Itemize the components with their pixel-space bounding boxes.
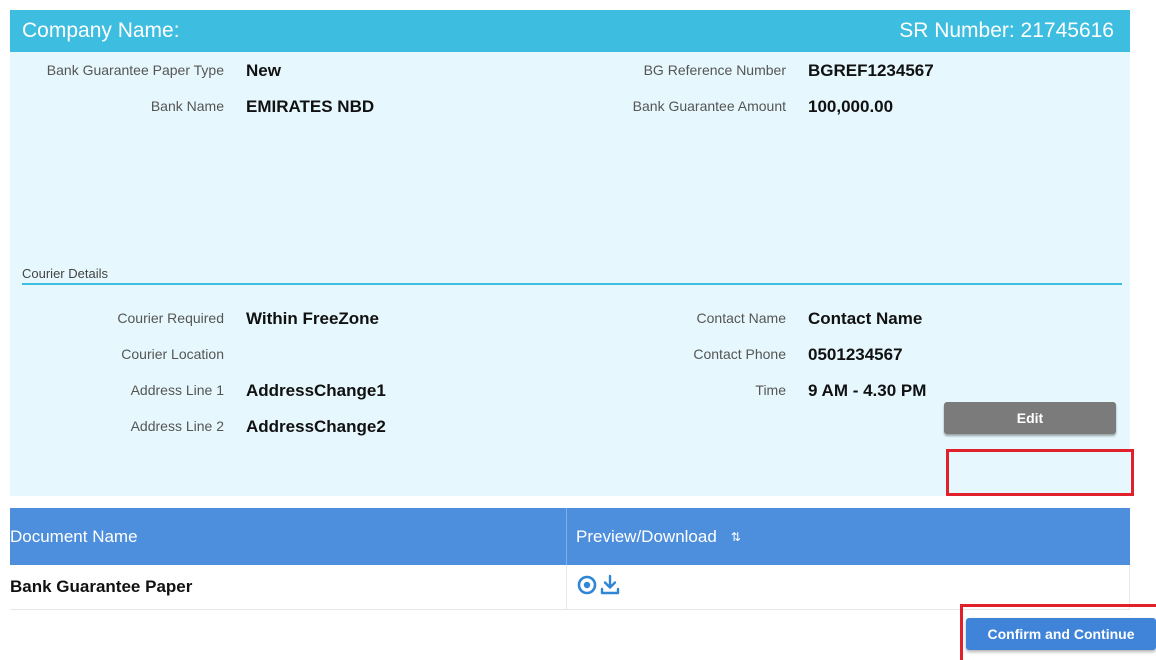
confirm-and-continue-button[interactable]: Confirm and Continue <box>966 618 1156 650</box>
section-divider <box>22 283 1122 285</box>
contact-name-label: Contact Name <box>696 310 786 326</box>
sr-number: SR Number: 21745616 <box>899 19 1114 42</box>
table-row: Bank Guarantee Paper <box>10 565 1130 610</box>
column-header-preview-download[interactable]: Preview/Download ⇅ <box>566 508 1131 565</box>
courier-required-label: Courier Required <box>117 310 224 326</box>
eye-icon[interactable] <box>577 575 597 600</box>
courier-location-label: Courier Location <box>121 346 224 362</box>
paper-type-value: New <box>246 61 281 80</box>
column-header-document-name: Document Name <box>10 526 138 546</box>
download-icon[interactable] <box>599 574 621 601</box>
address-line2-value: AddressChange2 <box>246 417 386 436</box>
sort-icon[interactable]: ⇅ <box>731 530 741 544</box>
address-line1-label: Address Line 1 <box>130 382 224 398</box>
preview-download-cell <box>566 565 1131 609</box>
contact-phone-label: Contact Phone <box>693 346 786 362</box>
company-name-label: Company Name: <box>22 19 180 42</box>
bank-name-label: Bank Name <box>150 98 224 114</box>
amount-value: 100,000.00 <box>808 97 894 116</box>
address-line1-value: AddressChange1 <box>246 381 386 400</box>
amount-label: Bank Guarantee Amount <box>632 98 786 114</box>
bg-reference-value: BGREF1234567 <box>808 61 934 80</box>
edit-button[interactable]: Edit <box>944 402 1116 434</box>
contact-name-value: Contact Name <box>808 309 923 328</box>
address-line2-label: Address Line 2 <box>130 418 224 434</box>
bank-name-value: EMIRATES NBD <box>246 97 375 116</box>
documents-table-header: Document Name Preview/Download ⇅ <box>10 508 1130 565</box>
time-label: Time <box>755 382 786 398</box>
document-name-cell: Bank Guarantee Paper <box>10 565 566 609</box>
courier-required-value: Within FreeZone <box>246 309 380 328</box>
page-header: Company Name: SR Number: 21745616 <box>10 10 1130 52</box>
contact-phone-value: 0501234567 <box>808 345 903 364</box>
paper-type-label: Bank Guarantee Paper Type <box>46 62 224 78</box>
courier-details-title: Courier Details <box>22 266 108 281</box>
document-name: Bank Guarantee Paper <box>10 577 193 596</box>
time-value: 9 AM - 4.30 PM <box>808 381 927 400</box>
bg-reference-label: BG Reference Number <box>643 62 786 78</box>
